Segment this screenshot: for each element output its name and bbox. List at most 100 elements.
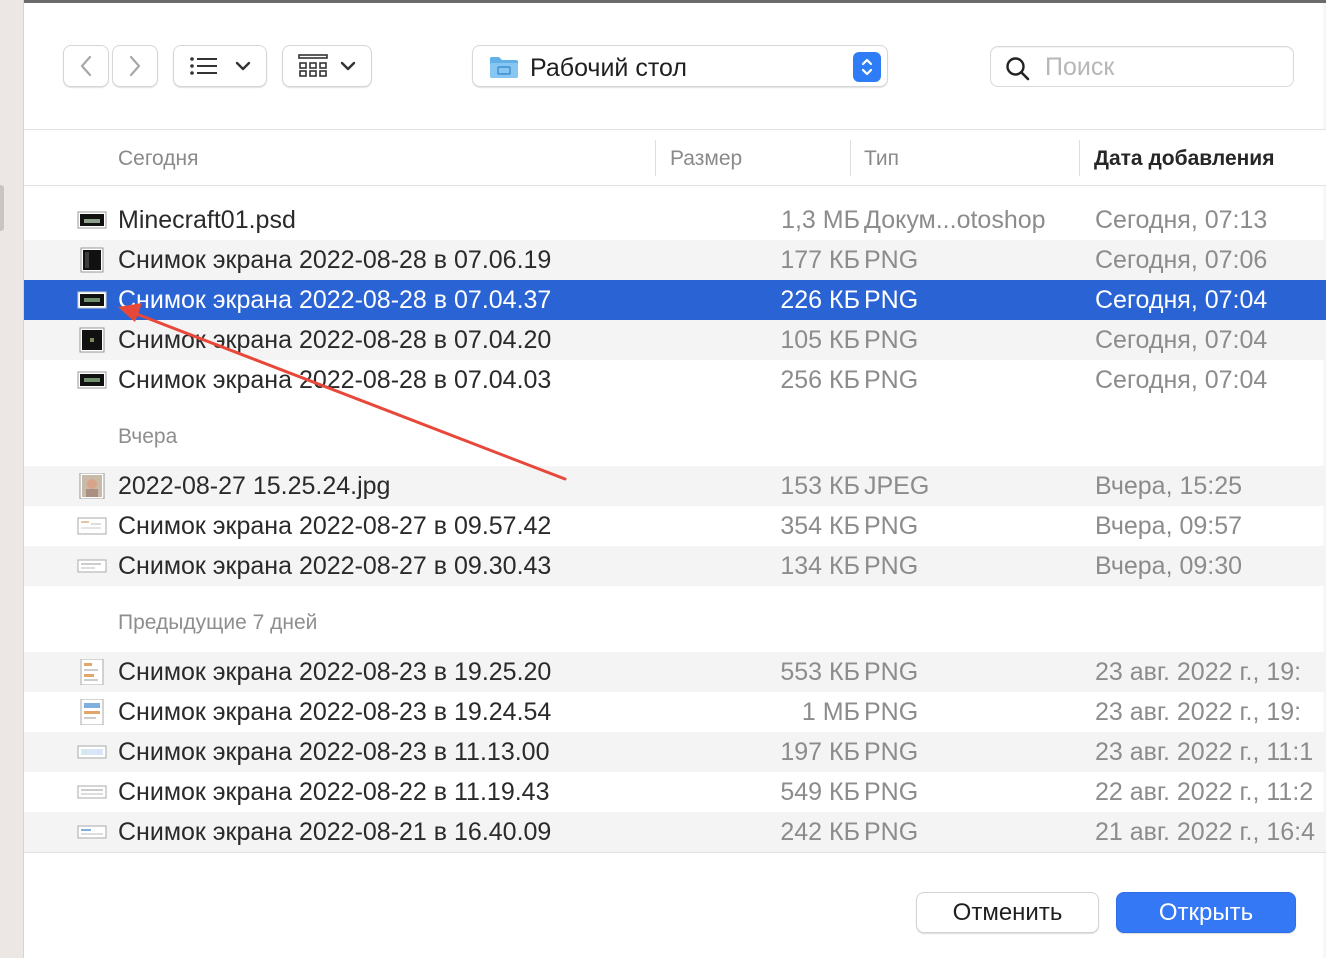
file-name: Снимок экрана 2022-08-27 в 09.30.43 (118, 552, 552, 580)
chevron-updown-icon (861, 58, 873, 76)
file-kind: PNG (864, 698, 919, 726)
chevron-right-icon (129, 55, 141, 77)
column-name-header[interactable]: Сегодня (118, 147, 198, 171)
file-row[interactable]: Снимок экрана 2022-08-28 в 07.04.03 256 … (24, 360, 1326, 400)
list-divider (24, 852, 1326, 853)
file-date: 23 авг. 2022 г., 19: (1095, 658, 1302, 686)
file-name: Снимок экрана 2022-08-23 в 19.25.20 (118, 658, 552, 686)
file-row[interactable]: Снимок экрана 2022-08-27 в 09.57.42 354 … (24, 506, 1326, 546)
grid-icon (298, 54, 328, 77)
file-kind: PNG (864, 818, 919, 846)
png-thumbnail-icon (80, 699, 104, 725)
file-kind: PNG (864, 778, 919, 806)
open-file-dialog: Рабочий стол Сегодня Размер Тип Дата доб… (24, 3, 1326, 958)
column-size-header[interactable]: Размер (670, 147, 742, 171)
png-thumbnail-icon (80, 659, 104, 685)
file-size: 134 КБ (780, 552, 860, 580)
png-thumbnail-icon (77, 559, 107, 573)
file-row[interactable]: Снимок экрана 2022-08-21 в 16.40.09 242 … (24, 812, 1326, 852)
list-view-button[interactable] (173, 45, 267, 87)
search-icon (1006, 57, 1030, 81)
file-name: Снимок экрана 2022-08-28 в 07.04.37 (118, 286, 552, 314)
file-row[interactable]: Minecraft01.psd 1,3 МБ Докум...otoshop С… (24, 200, 1326, 240)
file-date: Сегодня, 07:06 (1095, 246, 1268, 274)
jpeg-thumbnail-icon (79, 473, 105, 499)
group-header-yesterday: Вчера (118, 425, 178, 448)
file-row[interactable]: Снимок экрана 2022-08-23 в 19.25.20 553 … (24, 652, 1326, 692)
file-date: Сегодня, 07:04 (1095, 326, 1268, 354)
file-list: Minecraft01.psd 1,3 МБ Докум...otoshop С… (24, 186, 1326, 853)
png-thumbnail-icon (77, 517, 107, 535)
png-thumbnail-icon (77, 745, 107, 759)
file-row[interactable]: Снимок экрана 2022-08-28 в 07.04.20 105 … (24, 320, 1326, 360)
file-kind: PNG (864, 246, 919, 274)
file-kind: PNG (864, 286, 919, 314)
file-size: 1 МБ (801, 698, 860, 726)
file-name: Снимок экрана 2022-08-28 в 07.04.20 (118, 326, 552, 354)
file-kind: PNG (864, 326, 919, 354)
chevron-left-icon (80, 55, 92, 77)
png-thumbnail-icon (77, 291, 107, 309)
popup-stepper[interactable] (853, 52, 881, 82)
column-divider[interactable] (1079, 140, 1080, 176)
file-name: Снимок экрана 2022-08-23 в 11.13.00 (118, 738, 550, 766)
search-input[interactable] (1045, 53, 1275, 81)
location-popup[interactable]: Рабочий стол (472, 45, 888, 87)
file-date: Сегодня, 07:04 (1095, 286, 1268, 314)
column-date-header[interactable]: Дата добавления (1094, 147, 1274, 171)
column-header: Сегодня Размер Тип Дата добавления (24, 129, 1326, 186)
column-divider[interactable] (655, 140, 656, 176)
background-window-strip (0, 0, 24, 958)
file-kind: JPEG (864, 472, 930, 500)
group-view-button[interactable] (282, 45, 372, 87)
back-button[interactable] (63, 45, 109, 87)
list-icon (190, 57, 217, 75)
file-date: 23 авг. 2022 г., 19: (1095, 698, 1302, 726)
forward-button[interactable] (112, 45, 158, 87)
psd-thumbnail-icon (77, 211, 107, 229)
file-row[interactable]: Снимок экрана 2022-08-27 в 09.30.43 134 … (24, 546, 1326, 586)
group-header-previous-7-days: Предыдущие 7 дней (118, 611, 318, 634)
file-name: Снимок экрана 2022-08-28 в 07.06.19 (118, 246, 552, 274)
png-thumbnail-icon (77, 371, 107, 389)
file-size: 549 КБ (780, 778, 860, 806)
file-date: Сегодня, 07:04 (1095, 366, 1268, 394)
search-field[interactable] (990, 46, 1294, 87)
file-size: 197 КБ (780, 738, 860, 766)
file-name: Снимок экрана 2022-08-23 в 19.24.54 (118, 698, 552, 726)
column-kind-header[interactable]: Тип (864, 147, 899, 171)
file-name: Снимок экрана 2022-08-21 в 16.40.09 (118, 818, 552, 846)
file-row-selected[interactable]: Снимок экрана 2022-08-28 в 07.04.37 226 … (24, 280, 1326, 320)
png-thumbnail-icon (77, 825, 107, 839)
file-date: Вчера, 09:57 (1095, 512, 1243, 540)
file-name: 2022-08-27 15.25.24.jpg (118, 472, 391, 500)
toolbar: Рабочий стол (24, 3, 1326, 129)
chevron-down-icon (235, 61, 251, 71)
file-date: Вчера, 15:25 (1095, 472, 1243, 500)
file-row[interactable]: Снимок экрана 2022-08-22 в 11.19.43 549 … (24, 772, 1326, 812)
file-row[interactable]: Снимок экрана 2022-08-23 в 11.13.00 197 … (24, 732, 1326, 772)
file-kind: Докум...otoshop (864, 206, 1046, 234)
file-size: 242 КБ (780, 818, 860, 846)
file-date: 22 авг. 2022 г., 11:2 (1095, 778, 1314, 806)
file-kind: PNG (864, 366, 919, 394)
cancel-button[interactable]: Отменить (916, 892, 1099, 933)
file-name: Снимок экрана 2022-08-22 в 11.19.43 (118, 778, 550, 806)
file-row[interactable]: Снимок экрана 2022-08-23 в 19.24.54 1 МБ… (24, 692, 1326, 732)
file-kind: PNG (864, 738, 919, 766)
chevron-down-icon (340, 61, 356, 71)
file-row[interactable]: Снимок экрана 2022-08-28 в 07.06.19 177 … (24, 240, 1326, 280)
file-size: 256 КБ (780, 366, 860, 394)
png-thumbnail-icon (79, 327, 105, 353)
file-size: 153 КБ (780, 472, 860, 500)
file-date: 21 авг. 2022 г., 16:4 (1095, 818, 1316, 846)
file-kind: PNG (864, 512, 919, 540)
open-button[interactable]: Открыть (1116, 892, 1296, 933)
file-kind: PNG (864, 552, 919, 580)
file-date: Вчера, 09:30 (1095, 552, 1243, 580)
resize-grip (0, 185, 4, 231)
file-row[interactable]: 2022-08-27 15.25.24.jpg 153 КБ JPEG Вчер… (24, 466, 1326, 506)
file-kind: PNG (864, 658, 919, 686)
png-thumbnail-icon (80, 247, 104, 273)
column-divider[interactable] (850, 140, 851, 176)
